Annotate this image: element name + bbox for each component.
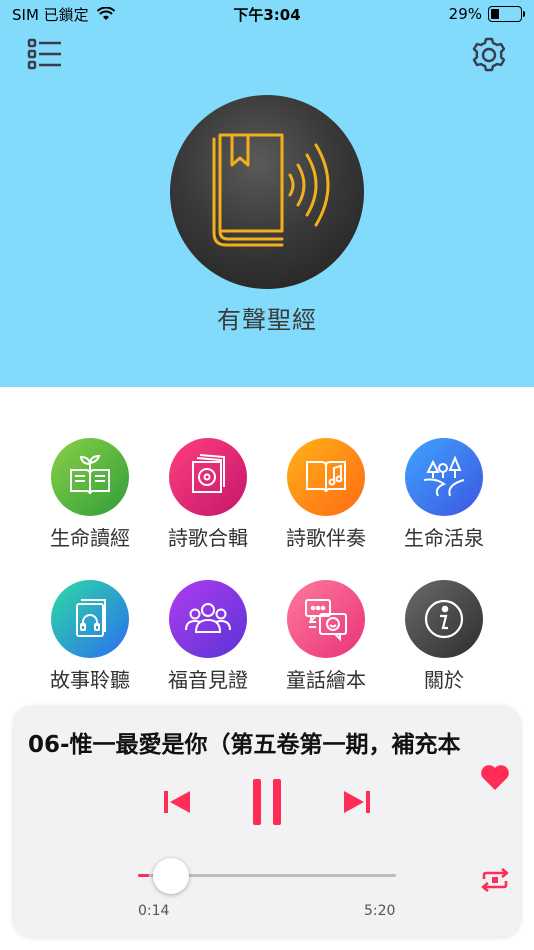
status-bar: SIM 已鎖定 下午3:04 29% [0, 0, 534, 28]
battery-fill [491, 9, 500, 19]
battery-icon [488, 6, 525, 22]
clock: 下午3:04 [233, 5, 301, 24]
category-item[interactable]: 故事聆聽 [30, 580, 150, 693]
headphone-book-icon [51, 580, 129, 658]
music-book-icon [287, 438, 365, 516]
category-item[interactable]: 童話繪本 [266, 580, 386, 693]
menu-button[interactable] [26, 36, 64, 72]
repeat-icon [481, 867, 509, 893]
sprout-book-icon [51, 438, 129, 516]
category-item[interactable]: 詩歌合輯 [148, 438, 268, 551]
category-item[interactable]: 詩歌伴奏 [266, 438, 386, 551]
category-item[interactable]: 福音見證 [148, 580, 268, 693]
heart-icon [481, 765, 509, 790]
previous-button[interactable] [162, 787, 192, 817]
chat-bubbles-icon [287, 580, 365, 658]
category-item[interactable]: 生命活泉 [384, 438, 504, 551]
skip-previous-icon [164, 791, 190, 813]
cd-stack-icon [169, 438, 247, 516]
progress-thumb[interactable] [153, 858, 190, 894]
category-label: 關於 [424, 668, 464, 692]
header: 有聲聖經 [0, 0, 534, 387]
repeat-button[interactable] [478, 867, 512, 893]
pause-button[interactable] [250, 777, 284, 827]
category-label: 童話繪本 [286, 668, 366, 692]
category-label: 故事聆聽 [50, 668, 130, 692]
track-title: 06-惟一最愛是你（第五卷第一期，補充本 [28, 732, 461, 758]
category-item[interactable]: 生命讀經 [30, 438, 150, 551]
info-icon [405, 580, 483, 658]
category-item[interactable]: 關於 [384, 580, 504, 693]
app-title: 有聲聖經 [217, 306, 317, 334]
next-button[interactable] [342, 787, 372, 817]
audio-bible-icon [212, 133, 330, 247]
app-logo [170, 95, 364, 289]
skip-next-icon [344, 791, 370, 813]
category-label: 福音見證 [168, 668, 248, 692]
settings-button[interactable] [470, 36, 508, 74]
category-label: 詩歌合輯 [168, 526, 248, 550]
category-label: 生命活泉 [404, 526, 484, 550]
favorite-button[interactable] [480, 763, 510, 791]
category-label: 詩歌伴奏 [286, 526, 366, 550]
trees-river-icon [405, 438, 483, 516]
list-icon [27, 38, 61, 70]
category-label: 生命讀經 [50, 526, 130, 550]
elapsed-time: 0:14 [138, 903, 170, 919]
gear-icon [472, 37, 506, 72]
people-group-icon [169, 580, 247, 658]
mini-player: 06-惟一最愛是你（第五卷第一期，補充本 0:14 5:20 [14, 707, 520, 937]
progress-slider[interactable] [138, 857, 396, 894]
total-time: 5:20 [364, 903, 396, 919]
pause-icon [253, 779, 281, 825]
progress-fill [138, 874, 150, 877]
